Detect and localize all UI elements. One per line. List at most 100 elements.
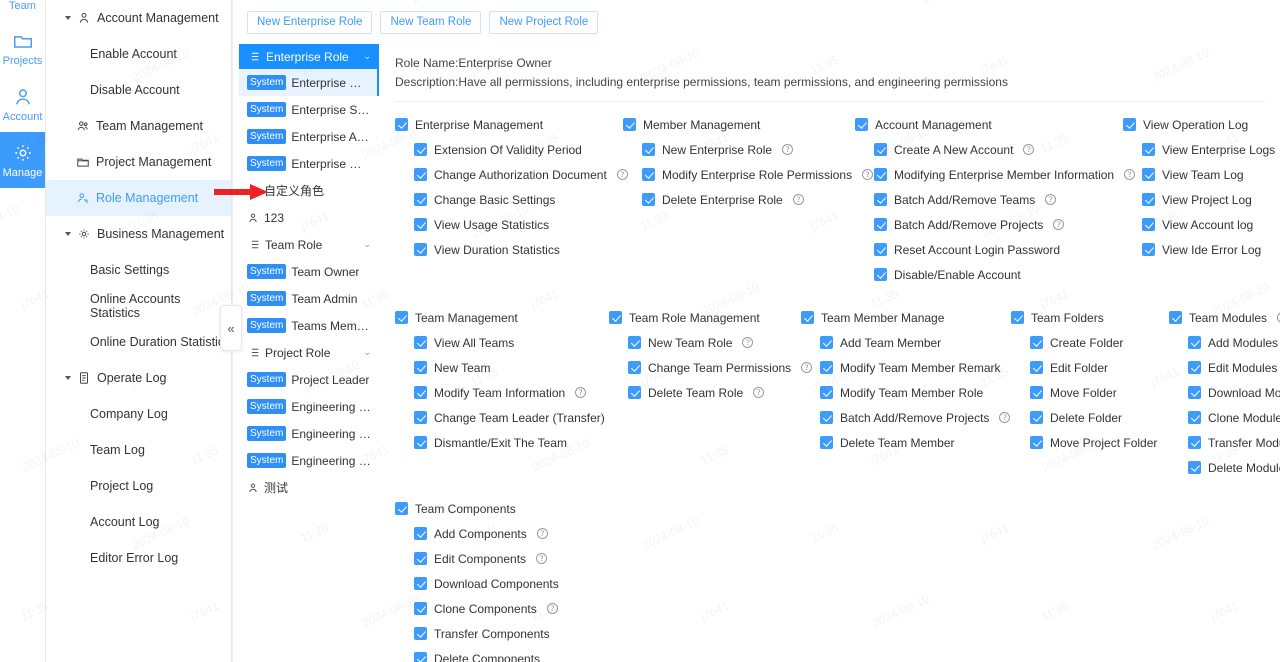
checkbox-icon[interactable] (1188, 336, 1201, 349)
checkbox-icon[interactable] (1030, 336, 1043, 349)
new-enterprise-role-button[interactable]: New Enterprise Role (247, 10, 373, 34)
checkbox-child[interactable]: Create A New Account ? (855, 137, 1123, 162)
checkbox-icon[interactable] (414, 652, 427, 662)
sidebar-item-editor-error-log[interactable]: Editor Error Log (46, 540, 231, 576)
sidebar-item-company-log[interactable]: Company Log (46, 396, 231, 432)
checkbox-icon[interactable] (414, 336, 427, 349)
checkbox-icon[interactable] (414, 627, 427, 640)
role-section-header-project[interactable]: Project Role ⌄ (239, 339, 379, 366)
checkbox-icon[interactable] (801, 311, 814, 324)
checkbox-icon[interactable] (609, 311, 622, 324)
checkbox-icon[interactable] (1030, 436, 1043, 449)
checkbox-child[interactable]: Download Modules (1169, 380, 1280, 405)
checkbox-child[interactable]: Modifying Enterprise Member Information … (855, 162, 1136, 187)
checkbox-child[interactable]: Clone Modules ? (1169, 405, 1280, 430)
checkbox-icon[interactable] (1142, 143, 1155, 156)
checkbox-child[interactable]: Change Team Leader (Transfer) (395, 405, 609, 430)
role-row-enterprise-owner[interactable]: System Enterprise Owner (239, 69, 379, 96)
checkbox-child[interactable]: Disable/Enable Account (855, 262, 1123, 287)
sidebar-item-online-accounts-statistics[interactable]: Online Accounts Statistics (46, 288, 231, 324)
checkbox-icon[interactable] (623, 118, 636, 131)
checkbox-icon[interactable] (414, 577, 427, 590)
checkbox-icon[interactable] (414, 527, 427, 540)
checkbox-child[interactable]: Batch Add/Remove Projects ? (855, 212, 1123, 237)
checkbox-icon[interactable] (1169, 311, 1182, 324)
checkbox-parent[interactable]: Team Member Manage (801, 305, 1011, 330)
checkbox-icon[interactable] (414, 386, 427, 399)
checkbox-icon[interactable] (1188, 461, 1201, 474)
rail-item-projects[interactable]: Projects (0, 20, 45, 76)
help-icon[interactable]: ? (1023, 144, 1035, 155)
checkbox-child[interactable]: Move Folder (1011, 380, 1169, 405)
checkbox-icon[interactable] (1030, 411, 1043, 424)
checkbox-icon[interactable] (820, 436, 833, 449)
checkbox-child[interactable]: Batch Add/Remove Teams ? (855, 187, 1123, 212)
checkbox-child[interactable]: Transfer Modules (1169, 430, 1280, 455)
sidebar-item-project-management[interactable]: Project Management (46, 144, 231, 180)
sidebar-group-account-management[interactable]: Account Management (46, 0, 231, 36)
role-row-enterprise-super[interactable]: System Enterprise Supe... (239, 96, 379, 123)
checkbox-icon[interactable] (414, 411, 427, 424)
checkbox-parent[interactable]: Team Components (395, 496, 609, 521)
checkbox-parent[interactable]: Team Folders (1011, 305, 1169, 330)
checkbox-child[interactable]: Clone Components ? (395, 596, 609, 621)
checkbox-child[interactable]: Reset Account Login Password (855, 237, 1123, 262)
role-row-engineering-observer[interactable]: System Engineering Ob... (239, 447, 379, 474)
help-icon[interactable]: ? (792, 194, 804, 205)
checkbox-icon[interactable] (642, 193, 655, 206)
role-row-enterprise-admin[interactable]: System Enterprise Admi... (239, 123, 379, 150)
checkbox-child[interactable]: Modify Enterprise Role Permissions ? (623, 162, 874, 187)
checkbox-child[interactable]: Add Team Member (801, 330, 1011, 355)
sidebar-item-team-management[interactable]: Team Management (46, 108, 231, 144)
checkbox-child[interactable]: View Usage Statistics (395, 212, 623, 237)
checkbox-icon[interactable] (395, 311, 408, 324)
checkbox-child[interactable]: Create Folder (1011, 330, 1169, 355)
checkbox-child[interactable]: Change Team Permissions ? (609, 355, 813, 380)
help-icon[interactable]: ? (575, 387, 587, 398)
checkbox-child[interactable]: Modify Team Information ? (395, 380, 609, 405)
checkbox-icon[interactable] (1142, 243, 1155, 256)
checkbox-child[interactable]: Extension Of Validity Period (395, 137, 623, 162)
checkbox-icon[interactable] (820, 386, 833, 399)
checkbox-icon[interactable] (874, 193, 887, 206)
role-row-engineering-manager[interactable]: System Engineering Ma... (239, 393, 379, 420)
checkbox-icon[interactable] (1188, 436, 1201, 449)
checkbox-icon[interactable] (820, 411, 833, 424)
checkbox-parent[interactable]: Team Management (395, 305, 609, 330)
checkbox-icon[interactable] (628, 336, 641, 349)
checkbox-parent[interactable]: Member Management (623, 112, 855, 137)
checkbox-child[interactable]: New Team (395, 355, 609, 380)
checkbox-child[interactable]: Dismantle/Exit The Team (395, 430, 609, 455)
help-icon[interactable]: ? (782, 144, 794, 155)
help-icon[interactable]: ? (1045, 194, 1057, 205)
role-row-project-leader[interactable]: System Project Leader (239, 366, 379, 393)
checkbox-icon[interactable] (1123, 118, 1136, 131)
help-icon[interactable]: ? (1053, 219, 1065, 230)
checkbox-icon[interactable] (1142, 193, 1155, 206)
checkbox-child[interactable]: Delete Modules (1169, 455, 1280, 480)
checkbox-child[interactable]: Add Components ? (395, 521, 609, 546)
checkbox-icon[interactable] (414, 361, 427, 374)
checkbox-icon[interactable] (414, 218, 427, 231)
checkbox-parent[interactable]: Enterprise Management (395, 112, 623, 137)
role-row-enterprise-member[interactable]: System Enterprise Mem... (239, 150, 379, 177)
help-icon[interactable]: ? (753, 387, 765, 398)
rail-item-team[interactable]: Team (0, 0, 45, 20)
new-project-role-button[interactable]: New Project Role (489, 10, 599, 34)
checkbox-child[interactable]: Download Components (395, 571, 609, 596)
checkbox-child[interactable]: Edit Folder (1011, 355, 1169, 380)
checkbox-icon[interactable] (414, 193, 427, 206)
checkbox-child[interactable]: Transfer Components (395, 621, 609, 646)
checkbox-icon[interactable] (642, 168, 655, 181)
checkbox-parent[interactable]: View Operation Log (1123, 112, 1280, 137)
checkbox-child[interactable]: Add Modules ? (1169, 330, 1280, 355)
checkbox-icon[interactable] (1188, 411, 1201, 424)
checkbox-child[interactable]: Modify Team Member Role (801, 380, 1011, 405)
checkbox-parent[interactable]: Team Modules ? (1169, 305, 1280, 330)
checkbox-child[interactable]: View Team Log (1123, 162, 1280, 187)
checkbox-icon[interactable] (1188, 361, 1201, 374)
checkbox-child[interactable]: Delete Enterprise Role ? (623, 187, 855, 212)
role-row-teams-member[interactable]: System Teams Member (239, 312, 379, 339)
checkbox-icon[interactable] (628, 386, 641, 399)
sidebar-item-online-duration-statistics[interactable]: Online Duration Statistics (46, 324, 231, 360)
